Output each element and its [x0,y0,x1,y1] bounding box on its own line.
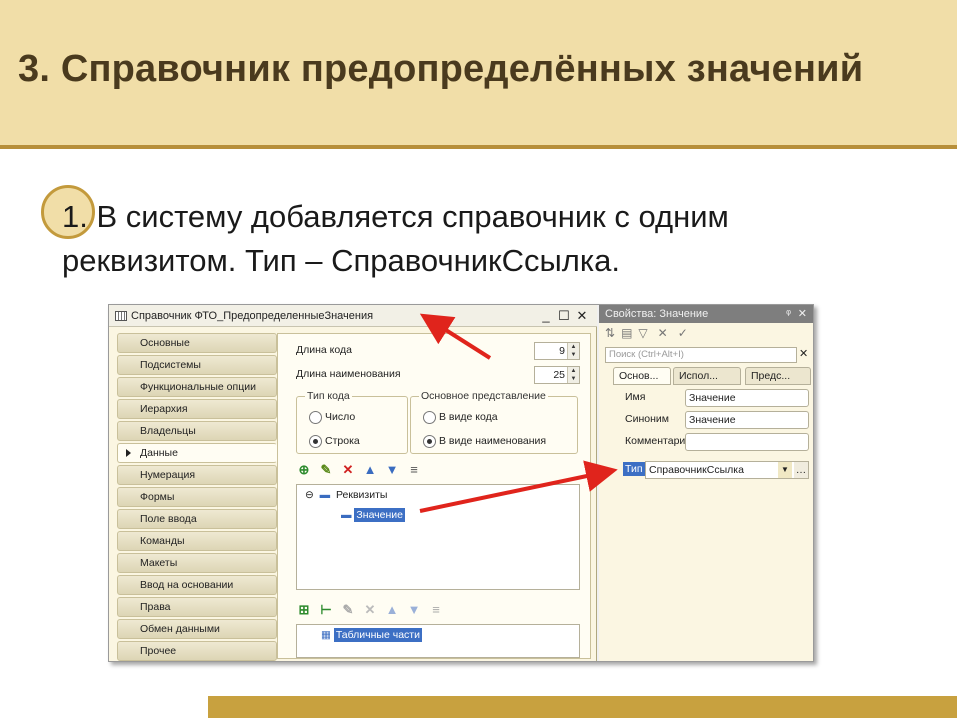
representation-code-radio[interactable]: В виде кода [423,411,498,424]
add-column-icon[interactable]: ⊢ [318,602,334,618]
confirm-icon[interactable]: ✓ [678,326,688,340]
code-type-string-radio[interactable]: Строка [309,435,360,448]
code-type-title: Тип кода [305,390,352,402]
data-tab-content: Длина кода 9 ▲ ▼ Длина наименования 25 ▲ ▼ Т… [277,333,591,659]
delete-icon[interactable]: ✕ [362,602,378,618]
add-icon[interactable]: ⊕ [296,462,312,478]
maximize-button[interactable]: ☐ [555,308,573,324]
code-type-number-radio[interactable]: Число [309,411,355,424]
representation-name-radio[interactable]: В виде наименования [423,435,546,448]
bullet-text: 1. В систему добавляется справочник с од… [62,199,729,278]
collapse-icon[interactable]: ⊖ [305,489,314,501]
synonym-field[interactable]: Значение [685,411,809,429]
pin-icon[interactable]: ᵠ [786,305,791,323]
tab-numbering[interactable]: Нумерация [117,465,277,485]
tab-presentation-props[interactable]: Предс... [745,367,811,385]
move-down-icon[interactable]: ▼ [406,602,422,618]
delete-icon[interactable]: ✕ [340,462,356,478]
clear-icon[interactable]: ✕ [658,326,668,340]
properties-titlebar: Свойства: Значение ᵠ ✕ [599,305,813,323]
tab-data-exchange[interactable]: Обмен данными [117,619,277,639]
spinner-icon[interactable]: ▲ ▼ [567,367,579,383]
comment-field[interactable] [685,433,809,451]
main-representation-title: Основное представление [419,390,548,402]
attributes-icon: ▬ [319,489,331,501]
close-panel-icon[interactable]: ✕ [798,305,807,323]
dropdown-icon[interactable]: ▼ [778,462,792,478]
search-input[interactable]: Поиск (Ctrl+Alt+I) [605,347,797,363]
properties-toolbar: ⇅ ▤ ▽ ✕ ✓ [605,326,688,340]
catalog-icon [115,311,127,321]
attributes-root-row[interactable]: ⊖ ▬ Реквизиты [305,489,387,501]
tabular-sections-tree: ▦ Табличные части [296,624,580,658]
categorize-icon[interactable]: ▤ [621,326,632,340]
type-label: Тип [623,462,645,476]
tab-subsystems[interactable]: Подсистемы [117,355,277,375]
filter-icon[interactable]: ▽ [638,326,647,340]
tabular-toolbar: ⊞ ⊢ ✎ ✕ ▲ ▼ ≡ [296,602,450,620]
tab-functional-options[interactable]: Функциональные опции [117,377,277,397]
tab-other[interactable]: Прочее [117,641,277,661]
sort-icon[interactable]: ≡ [428,602,444,618]
window-title: Справочник ФТО_ПредопределенныеЗначения [131,310,374,322]
attribute-icon: ▬ [341,509,352,521]
table-icon: ▦ [321,629,331,641]
name-field[interactable]: Значение [685,389,809,407]
close-button[interactable]: ✕ [573,308,591,324]
section-tabs: Основные Подсистемы Функциональные опции… [117,333,277,663]
name-label: Имя [625,391,646,403]
comment-label: Комментарий [625,435,692,447]
tab-input-field[interactable]: Поле ввода [117,509,277,529]
window-controls: _ ☐ ✕ [537,308,591,324]
ellipsis-button[interactable]: … [794,462,808,478]
synonym-label: Синоним [625,413,669,425]
code-length-input[interactable]: 9 ▲ ▼ [534,342,580,360]
tab-rights[interactable]: Права [117,597,277,617]
tab-owners[interactable]: Владельцы [117,421,277,441]
title-divider [0,145,957,149]
sort-icon[interactable]: ≡ [406,462,422,478]
attributes-tree: ⊖ ▬ Реквизиты ▬ Значение [296,484,580,590]
tab-input-by-string[interactable]: Ввод на основании [117,575,277,595]
add-table-icon[interactable]: ⊞ [296,602,312,618]
type-field[interactable]: СправочникСсылка ▼ … [645,461,809,479]
clear-search-icon[interactable]: ✕ [799,347,808,360]
tab-usage-props[interactable]: Испол... [673,367,741,385]
main-representation-group: Основное представление В виде кода В вид… [410,390,578,454]
tab-basic[interactable]: Основные [117,333,277,353]
active-tab-marker-icon [126,449,131,457]
move-down-icon[interactable]: ▼ [384,462,400,478]
footer-bar [208,696,957,718]
catalog-window: Справочник ФТО_ПредопределенныеЗначения … [109,305,597,661]
tab-commands[interactable]: Команды [117,531,277,551]
slide-title: 3. Справочник предопределённых значений [18,48,864,90]
configurator-screenshot: Справочник ФТО_ПредопределенныеЗначения … [108,304,814,662]
code-length-label: Длина кода [296,344,352,356]
move-up-icon[interactable]: ▲ [384,602,400,618]
attribute-value-row[interactable]: ▬ Значение [341,508,405,522]
edit-icon[interactable]: ✎ [318,462,334,478]
attributes-toolbar: ⊕ ✎ ✕ ▲ ▼ ≡ [296,462,428,480]
window-titlebar: Справочник ФТО_ПредопределенныеЗначения … [109,305,597,327]
spinner-icon[interactable]: ▲ ▼ [567,343,579,359]
sort-az-icon[interactable]: ⇅ [605,326,615,340]
minimize-button[interactable]: _ [537,308,555,323]
tab-templates[interactable]: Макеты [117,553,277,573]
code-type-group: Тип кода Число Строка [296,390,408,454]
tab-hierarchy[interactable]: Иерархия [117,399,277,419]
tab-basic-props[interactable]: Основ... [613,367,671,385]
slide: 3. Справочник предопределённых значений … [0,0,957,718]
tabular-sections-row[interactable]: ▦ Табличные части [321,628,422,642]
move-up-icon[interactable]: ▲ [362,462,378,478]
name-length-label: Длина наименования [296,368,401,380]
properties-panel: Свойства: Значение ᵠ ✕ ⇅ ▤ ▽ ✕ ✓ Поиск (Ctrl… [599,305,813,661]
name-length-input[interactable]: 25 ▲ ▼ [534,366,580,384]
edit-icon[interactable]: ✎ [340,602,356,618]
tab-data[interactable]: Данные [117,443,277,463]
tab-forms[interactable]: Формы [117,487,277,507]
